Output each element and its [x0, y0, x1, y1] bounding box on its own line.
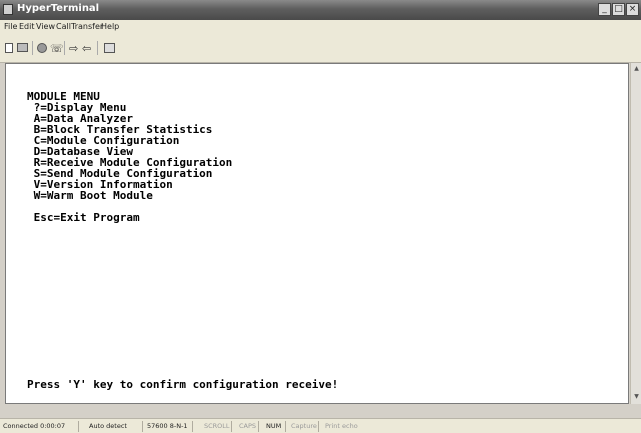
terminal-line: Esc=Exit Program [27, 211, 140, 224]
status-settings: 57600 8-N-1 [147, 422, 188, 430]
properties-icon[interactable] [104, 43, 115, 53]
window-title: HyperTerminal [17, 3, 100, 14]
status-divider [231, 421, 232, 432]
status-num: NUM [266, 422, 282, 430]
status-divider [142, 421, 143, 432]
disconnect-icon[interactable] [37, 43, 47, 53]
toolbar-separator [64, 41, 65, 55]
scroll-up-icon[interactable]: ▲ [632, 65, 641, 73]
terminal-prompt: Press 'Y' key to confirm configuration r… [27, 378, 339, 391]
status-divider [78, 421, 79, 432]
vertical-scrollbar[interactable]: ▲ ▼ [630, 63, 641, 404]
title-bar[interactable]: HyperTerminal _ □ × [0, 0, 641, 20]
hyperterminal-window: HyperTerminal _ □ × File Edit View Call … [0, 0, 641, 433]
status-caps: CAPS [239, 422, 257, 430]
menu-help[interactable]: Help [101, 22, 119, 31]
status-capture: Capture [291, 422, 317, 430]
status-divider [285, 421, 286, 432]
status-divider [258, 421, 259, 432]
toolbar-separator [97, 41, 98, 55]
send-icon[interactable]: ⇨ [69, 43, 78, 54]
menu-call[interactable]: Call [56, 22, 71, 31]
toolbar-separator [32, 41, 33, 55]
new-icon[interactable] [5, 43, 13, 53]
menu-view[interactable]: View [36, 22, 55, 31]
status-print-echo: Print echo [325, 422, 358, 430]
menu-transfer[interactable]: Transfer [71, 22, 103, 31]
status-scroll: SCROLL [204, 422, 230, 430]
menu-file[interactable]: File [4, 22, 17, 31]
status-detect: Auto detect [89, 422, 127, 430]
status-divider [192, 421, 193, 432]
menu-edit[interactable]: Edit [19, 22, 35, 31]
close-button[interactable]: × [626, 3, 639, 16]
terminal-frame: MODULE MENU ?=Display Menu A=Data Analyz… [5, 63, 629, 404]
status-divider [318, 421, 319, 432]
open-icon[interactable] [17, 43, 28, 52]
menu-bar: File Edit View Call Transfer Help [0, 20, 641, 34]
terminal-line: W=Warm Boot Module [27, 189, 153, 202]
terminal-screen[interactable]: MODULE MENU ?=Display Menu A=Data Analyz… [6, 64, 628, 403]
receive-icon[interactable]: ⇦ [82, 43, 91, 54]
dial-icon[interactable]: ☏ [50, 43, 64, 54]
toolbar: ☏ ⇨ ⇦ [0, 34, 641, 63]
status-bar: Connected 0:00:07 Auto detect 57600 8-N-… [0, 418, 641, 433]
maximize-button[interactable]: □ [612, 3, 625, 16]
app-icon [3, 4, 13, 15]
scroll-down-icon[interactable]: ▼ [632, 393, 641, 401]
minimize-button[interactable]: _ [598, 3, 611, 16]
status-connected: Connected 0:00:07 [3, 422, 66, 430]
